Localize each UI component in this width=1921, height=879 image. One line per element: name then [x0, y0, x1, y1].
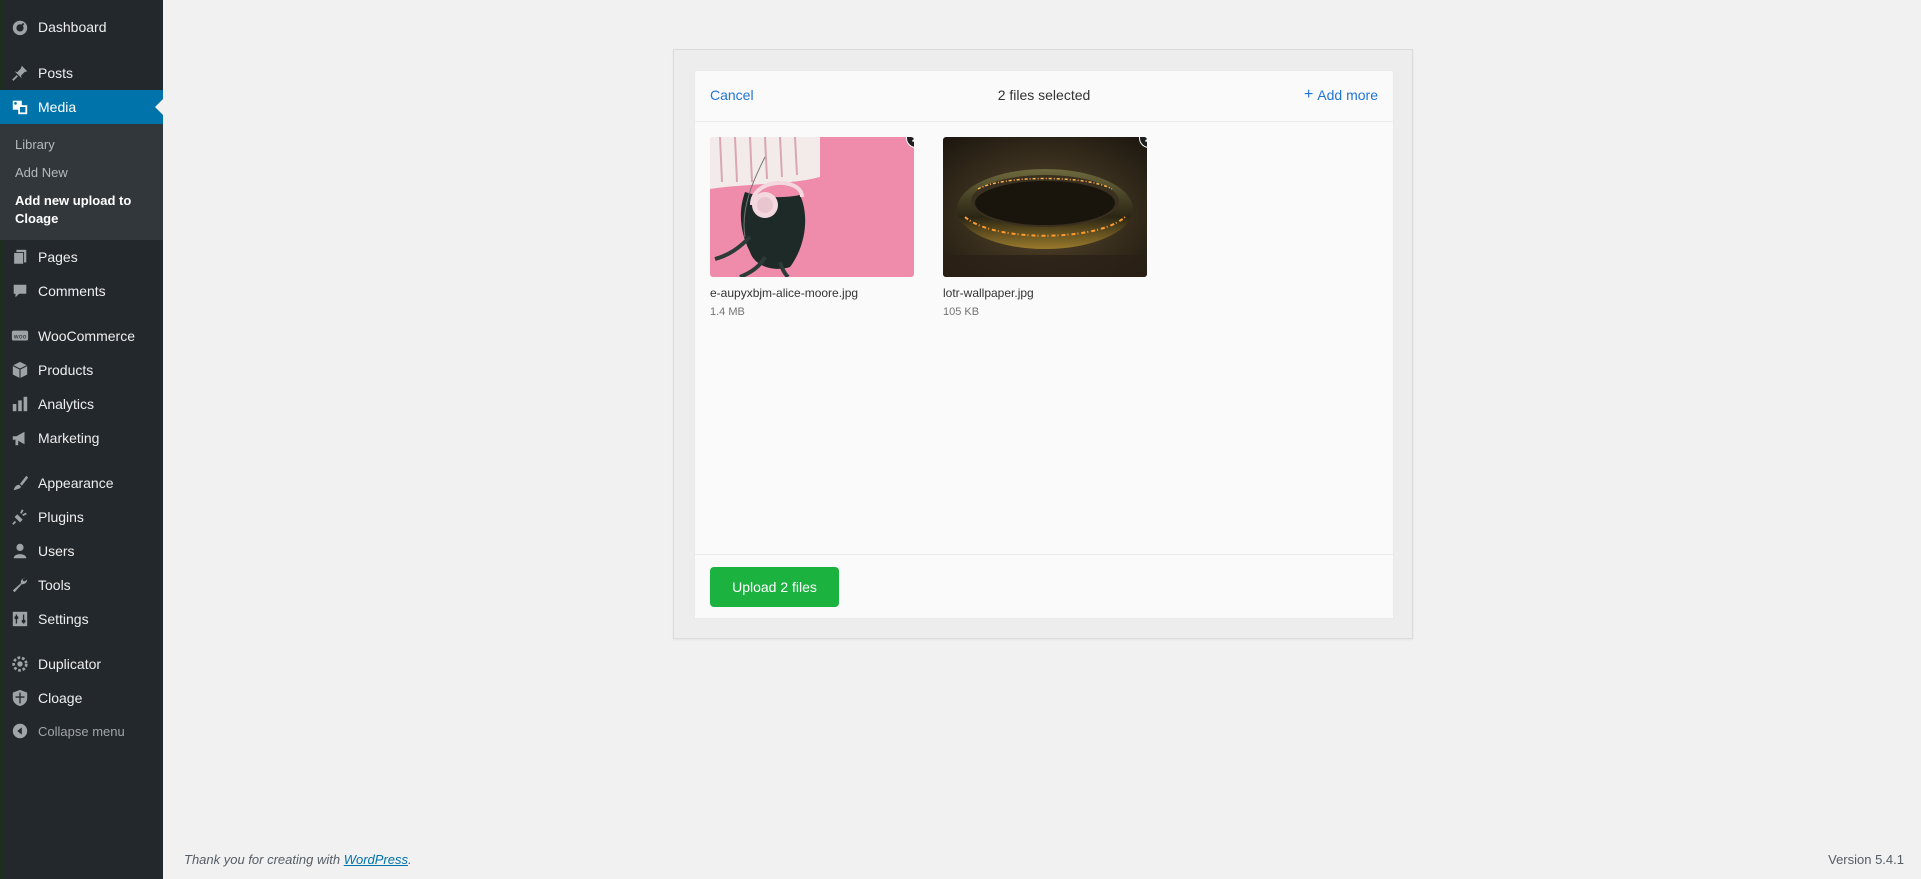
file-name: e-aupyxbjm-alice-moore.jpg	[710, 286, 859, 300]
submenu-item-add-new-upload-to-cloage[interactable]: Add new upload to Cloage	[15, 192, 150, 228]
menu-label: Media	[38, 99, 77, 115]
pages-icon	[10, 247, 30, 267]
gear-icon	[10, 654, 30, 674]
submenu-item-add-new[interactable]: Add New	[15, 164, 68, 182]
menu-label: Comments	[38, 283, 106, 299]
pin-icon	[10, 63, 30, 83]
file-item: lotr-wallpaper.jpg 105 KB	[943, 137, 1147, 318]
collapse-label: Collapse menu	[38, 723, 125, 739]
close-icon	[911, 137, 914, 143]
svg-text:woo: woo	[14, 333, 27, 340]
menu-label: Products	[38, 362, 94, 378]
box-icon	[10, 360, 30, 380]
close-icon	[1144, 137, 1147, 143]
megaphone-icon	[10, 428, 30, 448]
menu-label: Plugins	[38, 509, 84, 525]
upload-files-button[interactable]: Upload 2 files	[710, 567, 839, 607]
add-more-label: Add more	[1317, 87, 1378, 103]
menu-label: Tools	[38, 577, 71, 593]
menu-label: Cloage	[38, 690, 83, 706]
footer-thanks-prefix: Thank you for creating with	[184, 852, 344, 867]
submenu-item-library[interactable]: Library	[15, 136, 55, 154]
menu-item-duplicator[interactable]: Duplicator	[0, 647, 163, 681]
footer-thanks: Thank you for creating with WordPress.	[184, 852, 412, 867]
uploader-dialog: Cancel 2 files selected + Add more e-aup…	[694, 70, 1394, 619]
collapse-icon	[10, 721, 30, 741]
menu-item-pages[interactable]: Pages	[0, 240, 163, 274]
sliders-icon	[10, 609, 30, 629]
menu-label: Analytics	[38, 396, 95, 412]
menu-item-users[interactable]: Users	[0, 534, 163, 568]
menu-label: Duplicator	[38, 656, 102, 672]
menu-item-posts[interactable]: Posts	[0, 56, 163, 90]
menu-item-analytics[interactable]: Analytics	[0, 387, 163, 421]
menu-item-appearance[interactable]: Appearance	[0, 466, 163, 500]
user-icon	[10, 541, 30, 561]
files-selected-status: 2 files selected	[997, 87, 1091, 103]
version-text: Version 5.4.1	[1828, 852, 1904, 867]
menu-item-dashboard[interactable]: Dashboard	[0, 10, 163, 44]
wrench-icon	[10, 575, 30, 595]
media-submenu: Library Add New Add new upload to Cloage	[0, 124, 163, 240]
menu-item-woocommerce[interactable]: woo WooCommerce	[0, 319, 163, 353]
menu-item-media[interactable]: Media	[0, 90, 163, 124]
menu-label: Dashboard	[38, 19, 107, 35]
menu-label: WooCommerce	[38, 328, 135, 344]
admin-sidebar: Dashboard Posts Media Library Add New Ad…	[0, 0, 163, 879]
file-thumbnail	[943, 137, 1147, 277]
brush-icon	[10, 473, 30, 493]
menu-label: Pages	[38, 249, 78, 265]
menu-item-cloage[interactable]: Cloage	[0, 681, 163, 715]
menu-label: Posts	[38, 65, 74, 81]
plug-icon	[10, 507, 30, 527]
menu-item-marketing[interactable]: Marketing	[0, 421, 163, 455]
file-size: 105 KB	[943, 306, 980, 318]
media-icon	[10, 97, 30, 117]
plus-icon: +	[1303, 86, 1314, 103]
collapse-menu-button[interactable]: Collapse menu	[0, 714, 163, 748]
menu-item-tools[interactable]: Tools	[0, 568, 163, 602]
dashboard-icon	[10, 17, 30, 37]
woo-icon: woo	[10, 326, 30, 346]
uploader-footer: Upload 2 files	[695, 554, 1393, 619]
file-thumbnail	[710, 137, 914, 277]
menu-label: Appearance	[38, 475, 114, 491]
footer-thanks-suffix: .	[408, 852, 412, 867]
bar-chart-icon	[10, 394, 30, 414]
menu-label: Users	[38, 543, 75, 559]
menu-label: Marketing	[38, 430, 100, 446]
file-size: 1.4 MB	[710, 306, 745, 318]
uploader-header: Cancel 2 files selected + Add more	[695, 71, 1393, 122]
menu-item-products[interactable]: Products	[0, 353, 163, 387]
file-item: e-aupyxbjm-alice-moore.jpg 1.4 MB	[710, 137, 914, 318]
menu-item-settings[interactable]: Settings	[0, 602, 163, 636]
file-name: lotr-wallpaper.jpg	[943, 286, 1034, 300]
shield-icon	[10, 688, 30, 708]
add-more-button[interactable]: + Add more	[1303, 86, 1378, 104]
comment-icon	[10, 281, 30, 301]
menu-label: Settings	[38, 611, 89, 627]
menu-item-comments[interactable]: Comments	[0, 274, 163, 308]
wordpress-link[interactable]: WordPress	[344, 852, 408, 867]
menu-item-plugins[interactable]: Plugins	[0, 500, 163, 534]
